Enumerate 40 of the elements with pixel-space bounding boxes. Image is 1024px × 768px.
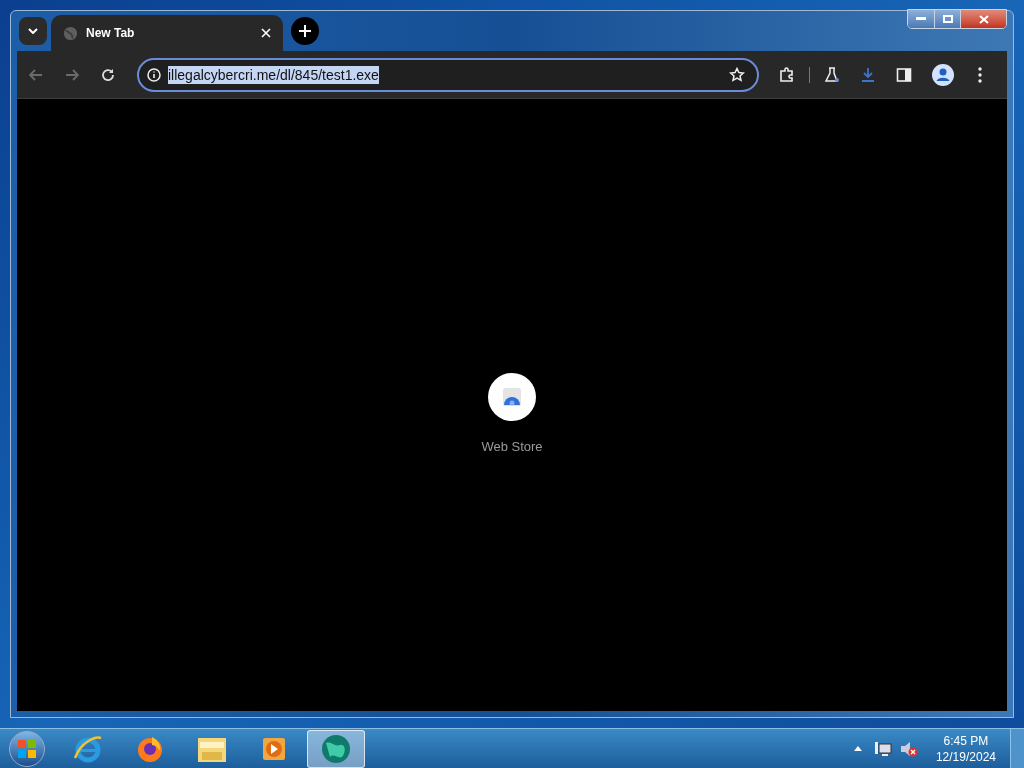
maximize-icon [942, 15, 953, 23]
clock-time[interactable]: 6:45 PM [943, 732, 989, 749]
url-text[interactable]: illegalcybercri.me/dl/845/test1.exe [168, 65, 379, 84]
side-panel-icon[interactable] [896, 66, 912, 83]
reload-icon[interactable] [101, 67, 115, 82]
more-menu-icon[interactable] [978, 66, 982, 83]
new-tab-button[interactable] [291, 17, 319, 45]
show-hidden-icons-icon[interactable] [853, 746, 862, 751]
tab-search-button[interactable] [19, 17, 47, 45]
clock-date[interactable]: 12/19/2024 [935, 748, 996, 765]
e-browser-icon [73, 733, 103, 764]
puzzle-icon[interactable] [779, 66, 795, 83]
network-icon[interactable] [873, 740, 892, 757]
info-icon[interactable] [147, 67, 161, 82]
forward-icon[interactable] [65, 68, 79, 81]
globe-app-icon [320, 732, 352, 765]
globe-icon [63, 25, 78, 41]
start-button[interactable] [9, 730, 45, 767]
shortcut-label[interactable]: Web Store [481, 437, 543, 457]
flask-icon[interactable] [824, 66, 840, 83]
close-icon [978, 14, 989, 24]
tab-title: New Tab [86, 25, 135, 42]
chevron-down-icon [28, 28, 38, 34]
address-bar[interactable]: illegalcybercri.me/dl/845/test1.exe [137, 57, 759, 92]
close-button[interactable] [961, 10, 1006, 28]
profile-icon[interactable] [932, 63, 954, 86]
browser-tab[interactable]: New Tab [51, 15, 283, 51]
close-tab-icon[interactable] [261, 28, 271, 38]
taskbar-app-button[interactable] [307, 729, 365, 768]
muted-speaker-icon[interactable] [899, 740, 918, 757]
maximize-button[interactable] [935, 10, 961, 28]
minimize-button[interactable] [908, 10, 935, 28]
minimize-icon [916, 17, 926, 21]
store-icon [501, 387, 523, 408]
shortcut-tile[interactable] [488, 373, 536, 422]
plus-icon [299, 25, 311, 37]
bookmark-star-icon[interactable] [729, 66, 745, 83]
back-icon[interactable] [29, 68, 43, 81]
download-icon[interactable] [860, 66, 876, 83]
windows-logo-icon [17, 738, 37, 759]
